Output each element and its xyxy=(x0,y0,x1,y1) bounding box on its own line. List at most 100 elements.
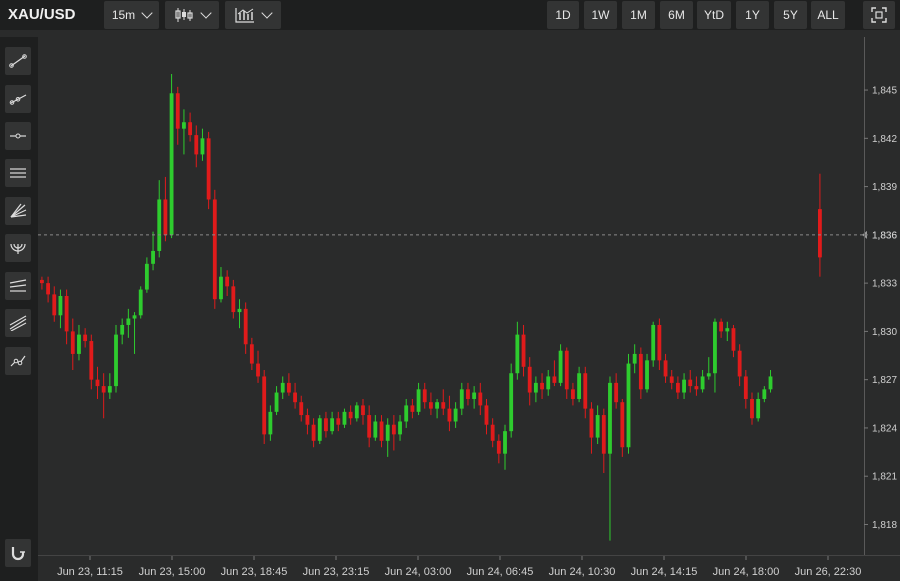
candle-body xyxy=(40,279,44,284)
drawing-toolbar xyxy=(0,37,38,581)
fib-retracement-icon xyxy=(9,279,27,292)
magnet-tool[interactable] xyxy=(5,539,31,567)
y-tick-label: 1,845 xyxy=(872,86,897,97)
range-1w-button[interactable]: 1W xyxy=(584,1,617,29)
candle-body xyxy=(719,321,724,332)
candle-body xyxy=(286,382,291,393)
y-tick-label: 1,833 xyxy=(872,279,897,290)
candle-body xyxy=(706,373,711,377)
candle-body xyxy=(348,411,353,419)
candle-body xyxy=(571,389,575,399)
x-tick-label: Jun 24, 10:30 xyxy=(549,566,616,578)
candle-body xyxy=(231,286,236,313)
y-tick-label: 1,827 xyxy=(872,375,897,386)
ray-tool[interactable] xyxy=(5,85,31,113)
candle-body xyxy=(657,324,662,361)
candle-body xyxy=(669,376,674,383)
candle-body xyxy=(713,321,717,374)
candle-body xyxy=(700,376,705,390)
candle-body xyxy=(688,379,693,387)
candle-body xyxy=(484,405,489,425)
range-1d-button[interactable]: 1D xyxy=(547,1,579,29)
candle-body xyxy=(583,373,588,409)
candle-body xyxy=(682,379,686,393)
range-1y-button[interactable]: 1Y xyxy=(736,1,769,29)
fullscreen-button[interactable] xyxy=(863,1,895,29)
candle-body xyxy=(725,328,730,332)
candle-body xyxy=(552,376,557,383)
candle-body xyxy=(274,392,279,412)
candle-body xyxy=(435,402,440,409)
candle xyxy=(114,324,118,393)
range-label: 1W xyxy=(591,8,610,22)
candle-body xyxy=(589,408,594,438)
range-label: 1Y xyxy=(745,8,760,22)
candle-body xyxy=(503,431,507,454)
candle-body xyxy=(663,360,668,377)
candle-body xyxy=(540,382,544,390)
chevron-down-icon xyxy=(261,7,273,19)
candle-body xyxy=(601,415,606,454)
top-bar: XAU/USD 15m 1D 1W 1M 6M YtD 1Y 5Y ALL xyxy=(0,0,900,30)
range-1m-button[interactable]: 1M xyxy=(622,1,655,29)
chart-type-dropdown[interactable] xyxy=(165,1,219,29)
candle-body xyxy=(200,138,205,155)
ray-icon xyxy=(9,94,27,105)
candle xyxy=(169,73,174,239)
candle-body xyxy=(46,283,51,295)
candle-body xyxy=(533,382,538,393)
candlestick-icon xyxy=(175,8,193,22)
candle-body xyxy=(311,424,316,441)
candle-body xyxy=(737,350,742,377)
candle-body xyxy=(77,334,81,354)
price-chart[interactable]: 1,836 1,8451,8421,8391,8361,8331,8301,82… xyxy=(38,37,900,581)
chevron-down-icon xyxy=(200,7,212,19)
candle-body xyxy=(410,405,415,412)
y-tick-label: 1,824 xyxy=(872,423,897,434)
candle-body xyxy=(404,405,409,422)
candle-body xyxy=(157,199,162,251)
candle-body xyxy=(595,415,600,438)
arc-tool[interactable] xyxy=(5,234,31,262)
candle-body xyxy=(762,389,767,399)
range-ytd-button[interactable]: YtD xyxy=(697,1,731,29)
x-tick-label: Jun 23, 18:45 xyxy=(221,566,288,578)
symbol-title: XAU/USD xyxy=(8,6,76,23)
candle-body xyxy=(219,276,223,300)
candle-body xyxy=(379,421,384,441)
trend-line-tool[interactable] xyxy=(5,47,31,75)
candle-body xyxy=(126,318,131,325)
candle-body xyxy=(768,376,773,390)
candle-body xyxy=(83,334,88,342)
arc-icon xyxy=(10,243,26,254)
horizontal-line-tool[interactable] xyxy=(5,122,31,150)
candle-body xyxy=(490,424,495,441)
candle-body xyxy=(614,382,619,403)
range-5y-button[interactable]: 5Y xyxy=(774,1,807,29)
candle-body xyxy=(95,379,100,387)
candle-body xyxy=(249,344,254,364)
trend-line-icon xyxy=(9,54,27,68)
pitchfork-tool[interactable] xyxy=(5,309,31,337)
candle-body xyxy=(546,376,551,390)
candle xyxy=(206,131,211,210)
x-tick-label: Jun 24, 18:00 xyxy=(713,566,780,578)
candle-body xyxy=(342,411,347,425)
fib-retracement-tool[interactable] xyxy=(5,272,31,300)
path-tool[interactable] xyxy=(5,347,31,375)
candle-body xyxy=(416,389,421,412)
candle-body xyxy=(694,386,699,390)
y-tick-label: 1,842 xyxy=(872,134,897,145)
range-all-button[interactable]: ALL xyxy=(811,1,845,29)
candle-body xyxy=(114,334,118,387)
x-tick-label: Jun 24, 14:15 xyxy=(631,566,698,578)
fan-tool[interactable] xyxy=(5,197,31,225)
parallel-channel-tool[interactable] xyxy=(5,159,31,187)
interval-dropdown[interactable]: 15m xyxy=(104,1,159,29)
indicators-dropdown[interactable] xyxy=(225,1,281,29)
candle-body xyxy=(564,350,569,390)
candle-body xyxy=(441,402,446,409)
range-6m-button[interactable]: 6M xyxy=(660,1,693,29)
candle-body xyxy=(194,135,199,155)
candle-body xyxy=(398,421,402,435)
